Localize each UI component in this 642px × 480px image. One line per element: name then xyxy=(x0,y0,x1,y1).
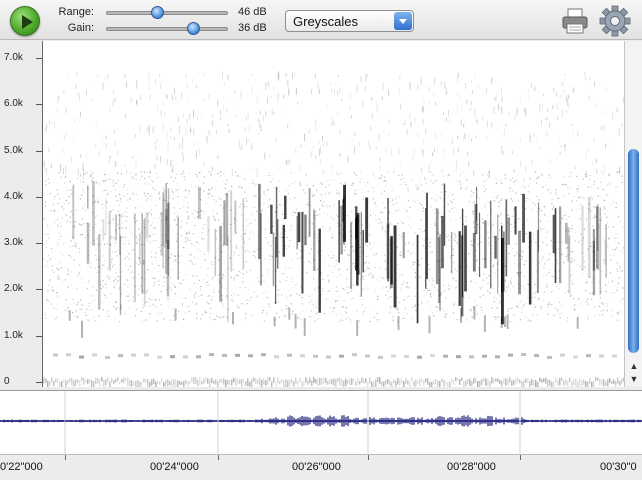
vertical-scrollbar[interactable]: ▲ ▼ xyxy=(624,41,642,387)
scroll-down-arrow-icon[interactable]: ▼ xyxy=(629,374,639,384)
time-tick-label: 00'24"000 xyxy=(150,461,199,473)
gain-label: Gain: xyxy=(67,22,94,34)
range-slider-track[interactable] xyxy=(106,11,228,15)
range-value: 46 dB xyxy=(238,6,267,18)
chevron-down-icon xyxy=(394,12,412,30)
play-icon xyxy=(22,15,33,29)
gear-icon[interactable] xyxy=(599,5,631,37)
frequency-tick-label: 2.0k xyxy=(4,283,23,295)
time-tick-mark xyxy=(520,455,521,460)
time-tick-label: 0'22"000 xyxy=(0,461,43,473)
frequency-tick-label: 4.0k xyxy=(4,190,23,202)
palette-select[interactable]: Greyscales xyxy=(285,10,414,32)
gain-value: 36 dB xyxy=(238,22,267,34)
time-tick-mark xyxy=(368,455,369,460)
scroll-up-arrow-icon[interactable]: ▲ xyxy=(629,361,639,371)
frequency-tick-label: 0 xyxy=(4,376,10,387)
range-label: Range: xyxy=(58,6,94,18)
frequency-tick-label: 3.0k xyxy=(4,237,23,249)
frequency-tick-label: 1.0k xyxy=(4,329,23,341)
overview-waveform[interactable] xyxy=(0,390,642,456)
frequency-axis: 7.0k 6.0k 5.0k 4.0k 3.0k 2.0k 1.0k 0 xyxy=(0,41,42,387)
time-tick-label: 00'28"000 xyxy=(447,461,496,473)
frequency-tick-label: 6.0k xyxy=(4,98,23,110)
time-axis: 0'22"000 00'24"000 00'26"000 00'28"000 00'30… xyxy=(0,455,642,480)
frequency-tick-label: 5.0k xyxy=(4,144,23,156)
spectrogram-window: Range: 46 dB Gain: 36 dB Greyscales 7.0k… xyxy=(0,0,642,480)
palette-select-value: Greyscales xyxy=(293,14,359,29)
range-slider-thumb[interactable] xyxy=(150,6,164,19)
time-tick-mark xyxy=(65,455,66,460)
spectrogram-image xyxy=(43,71,624,387)
time-tick-label: 00'30"0 xyxy=(600,461,637,473)
frequency-tick-label: 7.0k xyxy=(4,52,23,63)
gain-slider-track[interactable] xyxy=(106,27,228,31)
play-button[interactable] xyxy=(10,6,40,36)
toolbar: Range: 46 dB Gain: 36 dB Greyscales xyxy=(0,0,642,40)
print-icon[interactable] xyxy=(560,6,590,36)
gain-slider-thumb[interactable] xyxy=(187,22,201,35)
time-tick-label: 00'26"000 xyxy=(292,461,341,473)
vertical-scrollbar-thumb[interactable] xyxy=(628,149,639,353)
waveform-image xyxy=(0,391,642,456)
time-tick-mark xyxy=(218,455,219,460)
spectrogram-view[interactable] xyxy=(42,41,624,387)
